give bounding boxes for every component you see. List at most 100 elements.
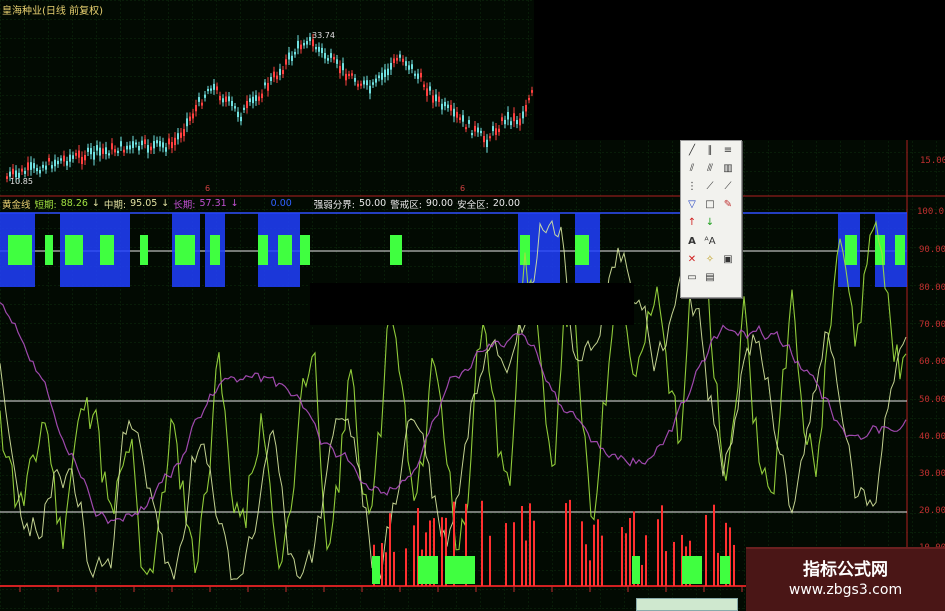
price-high-label: 33.74 (312, 31, 335, 40)
candle-body (204, 94, 206, 98)
candle-body (396, 57, 398, 61)
candle-body (6, 176, 8, 179)
parallel-lines-icon[interactable]: ∥ (703, 144, 717, 158)
short-label: 短期: (34, 199, 57, 211)
settings-icon[interactable]: ▣ (721, 253, 735, 267)
candle-body (324, 53, 326, 59)
green-signal-block (895, 235, 905, 265)
candle-body (270, 77, 272, 81)
candle-body (345, 73, 347, 81)
candle-body (99, 147, 101, 156)
candle-body (108, 153, 110, 156)
candle-body (243, 107, 245, 110)
candle-body (336, 59, 338, 64)
candle-body (312, 39, 314, 47)
green-signal-block (175, 235, 195, 265)
candle-body (288, 52, 290, 60)
date-marker-2: 6 (460, 184, 466, 193)
candle-body (102, 148, 104, 154)
candle-body (54, 159, 56, 167)
rectangle-icon[interactable]: □ (703, 198, 717, 212)
candle-body (330, 53, 332, 58)
candle-body (405, 61, 407, 66)
green-bottom-block (632, 556, 640, 584)
y-tick-label: 90.00 (919, 245, 945, 255)
arrow-line-icon[interactable]: ⋮ (685, 180, 699, 194)
candle-body (447, 104, 449, 109)
y-tick-label: 60.00 (919, 357, 945, 367)
candle-body (237, 111, 239, 118)
delete-icon[interactable]: ✕ (685, 253, 699, 267)
candle-body (486, 139, 488, 148)
candle-body (477, 127, 479, 133)
candle-body (441, 103, 443, 110)
triangle-icon[interactable]: ▽ (685, 198, 699, 212)
down-arrow-icon[interactable]: ↓ (703, 216, 717, 230)
draw-icon[interactable]: ✎ (721, 198, 735, 212)
green-signal-block (22, 235, 32, 265)
candle-body (231, 100, 233, 107)
candle-body (174, 137, 176, 146)
text-tool-icon[interactable]: A (685, 235, 699, 249)
candle-body (255, 95, 257, 101)
candle-body (411, 64, 413, 69)
indicator-header: 黄金线 短期: 88.26 ↓ 中期: 95.05 ↓ 长期: 57.31 ↓ … (2, 197, 521, 211)
candle-body (522, 111, 524, 119)
candle-body (249, 98, 251, 103)
candle-body (153, 141, 155, 149)
candle-body (81, 156, 83, 165)
green-signal-block (278, 235, 292, 265)
green-signal-block (140, 235, 148, 265)
channel-icon[interactable]: ⫽ (685, 162, 699, 176)
pencil-icon[interactable]: ⟋ (721, 180, 735, 194)
candle-body (246, 100, 248, 109)
candle-body (117, 150, 119, 154)
candle-body (189, 116, 191, 121)
fan-lines-icon[interactable]: ≡ (721, 144, 735, 158)
green-bottom-block (445, 556, 475, 584)
redaction-box-middle (310, 283, 634, 325)
y-tick-label: 100.0 (917, 207, 945, 217)
y-tick-label: 30.00 (919, 469, 945, 479)
candle-body (183, 129, 185, 137)
text-box-icon[interactable]: ᴬA (703, 235, 717, 249)
copy-icon[interactable]: ▤ (703, 271, 717, 285)
green-signal-block (45, 235, 53, 265)
candle-body (261, 93, 263, 99)
line-tool-icon[interactable]: ╱ (685, 144, 699, 158)
candle-body (66, 161, 68, 166)
candle-body (147, 145, 149, 153)
gann-icon[interactable]: ⫻ (703, 162, 717, 176)
mid-value: 95.05 (130, 198, 158, 209)
candle-body (180, 132, 182, 138)
hide-icon[interactable]: ▭ (685, 271, 699, 285)
green-bottom-block (720, 556, 730, 584)
y-tick-label: 40.00 (919, 432, 945, 442)
y-tick-label: 20.00 (919, 506, 945, 516)
candle-body (45, 165, 47, 170)
watermark: 指标公式网 www.zbgs3.com (746, 547, 945, 611)
indicator-name: 黄金线 (2, 199, 31, 211)
ray-icon[interactable]: ⟋ (703, 180, 717, 194)
candle-body (114, 149, 116, 153)
candle-body (342, 63, 344, 71)
candle-body (264, 82, 266, 86)
status-button[interactable] (636, 598, 738, 611)
candle-body (468, 120, 470, 124)
up-arrow-icon[interactable]: ↑ (685, 216, 699, 230)
candle-body (513, 113, 515, 122)
fib-icon[interactable]: ▥ (721, 162, 735, 176)
green-bottom-block (418, 556, 438, 584)
y-tick-label: 80.00 (919, 283, 945, 293)
price-low-label: 10.85 (10, 177, 33, 186)
candle-body (141, 140, 143, 146)
candle-body (60, 158, 62, 161)
candle-body (501, 117, 503, 122)
safe-value: 20.00 (492, 198, 521, 209)
magic-icon[interactable]: ✧ (703, 253, 717, 267)
candle-body (72, 155, 74, 159)
candle-body (408, 65, 410, 70)
candle-body (36, 168, 38, 172)
drawing-toolbox[interactable]: ╱ ∥ ≡ ⫽ ⫻ ▥ ⋮ ⟋ ⟋ ▽ □ ✎ ↑ ↓ A ᴬA ✕ ✧ ▣ ▭… (680, 140, 742, 298)
candle-body (234, 106, 236, 109)
